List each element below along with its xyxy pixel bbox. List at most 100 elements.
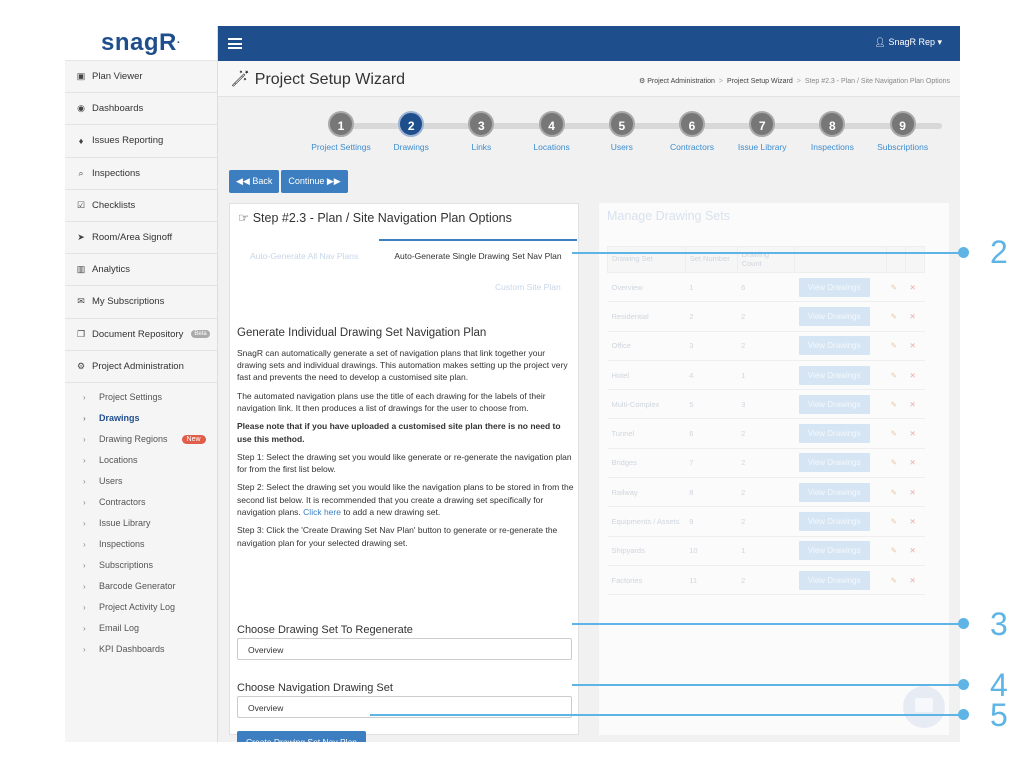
sidebar-item-analytics[interactable]: ▥ Analytics [65,254,217,287]
view-drawings-button[interactable]: View Drawings [798,482,870,502]
wizard-step-3[interactable]: 3 Links [446,111,516,152]
chat-widget[interactable] [903,686,945,728]
delete-icon[interactable]: ✕ [910,371,916,380]
view-drawings-button[interactable]: View Drawings [798,277,870,297]
hamburger-menu-icon[interactable] [228,38,242,49]
view-drawings-button[interactable]: View Drawings [798,570,870,590]
logo[interactable]: snagR · [65,26,217,61]
add-drawing-set-link[interactable]: Click here [303,507,341,517]
subnav-item-label: Inspections [99,539,145,550]
delete-icon[interactable]: ✕ [910,312,916,321]
cell-set-number: 10 [685,536,738,566]
regenerate-set-select[interactable]: Overview [237,638,572,660]
subnav-item-kpi-dashboards[interactable]: › KPI Dashboards [65,639,217,660]
sidebar-item-project-administration[interactable]: ⚙ Project Administration [65,351,217,383]
view-drawings-button[interactable]: View Drawings [798,512,870,532]
sidebar-item-plan-viewer[interactable]: ▣ Plan Viewer [65,61,217,94]
pencil-icon[interactable]: ✎ [891,371,897,380]
intro-paragraph: SnagR can automatically generate a set o… [237,347,568,383]
sidebar-item-my-subscriptions[interactable]: ✉ My Subscriptions [65,286,217,319]
wizard-step-7[interactable]: 7 Issue Library [727,111,797,152]
view-drawings-button[interactable]: View Drawings [798,424,870,444]
subnav-item-barcode-generator[interactable]: › Barcode Generator [65,576,217,597]
cell-drawing-set: Equipments / Assets [607,506,686,537]
wizard-step-5[interactable]: 5 Users [587,111,657,152]
pencil-icon[interactable]: ✎ [891,312,897,321]
sidebar-item-checklists[interactable]: ☑ Checklists [65,190,217,222]
view-drawings-button[interactable]: View Drawings [798,306,870,326]
wizard-step-2[interactable]: 2 Drawings [376,111,446,152]
pencil-icon[interactable]: ✎ [891,429,897,438]
view-drawings-button[interactable]: View Drawings [798,453,870,473]
beta-badge: Beta [191,330,210,339]
new-badge: New [181,434,206,444]
create-nav-plan-button[interactable]: Create Drawing Set Nav Plan [237,731,367,742]
sidebar-item-dashboards[interactable]: ◉ Dashboards [65,93,217,126]
wizard-step-4[interactable]: 4 Locations [517,111,587,152]
col-delete [905,246,925,273]
breadcrumb-project-admin[interactable]: Project Administration [647,78,715,85]
wizard-step-6[interactable]: 6 Contractors [657,111,727,152]
wizard-step-9[interactable]: 9 Subscriptions [868,111,938,152]
subnav-item-inspections[interactable]: › Inspections [65,534,217,555]
pencil-icon[interactable]: ✎ [891,341,897,350]
delete-icon[interactable]: ✕ [910,576,916,585]
subnav-item-project-activity-log[interactable]: › Project Activity Log [65,597,217,618]
step-number: 6 [679,111,705,137]
wizard-step-8[interactable]: 8 Inspections [797,111,867,152]
subnav-item-drawings[interactable]: › Drawings [65,408,217,429]
subnav-item-issue-library[interactable]: › Issue Library [65,513,217,534]
pencil-icon[interactable]: ✎ [891,576,897,585]
col-edit [886,246,907,273]
wizard-step-1[interactable]: 1 Project Settings [306,111,376,152]
sidebar-item-document-repository[interactable]: ❐ Document Repository Beta [65,319,217,351]
cell-drawing-count: 2 [737,506,795,537]
subnav-item-users[interactable]: › Users [65,471,217,492]
subnav-item-locations[interactable]: › Locations [65,450,217,471]
cell-delete: ✕ [905,536,925,566]
delete-icon[interactable]: ✕ [910,341,916,350]
cell-drawing-set: Residential [607,301,686,332]
subnav-item-project-settings[interactable]: › Project Settings [65,387,217,408]
callout-number-3: 3 [990,606,1008,642]
delete-icon[interactable]: ✕ [910,488,916,497]
tab-auto-generate-single[interactable]: Auto-Generate Single Drawing Set Nav Pla… [379,239,577,269]
delete-icon[interactable]: ✕ [910,517,916,526]
step-number: 2 [398,111,425,137]
subnav-item-contractors[interactable]: › Contractors [65,492,217,513]
back-button[interactable]: ◀◀ Back [229,170,280,193]
tab-auto-generate-all[interactable]: Auto-Generate All Nav Plans [250,251,358,261]
tab-custom-site-plan[interactable]: Custom Site Plan [495,282,561,292]
view-drawings-button[interactable]: View Drawings [798,541,870,561]
pencil-icon[interactable]: ✎ [891,488,897,497]
delete-icon[interactable]: ✕ [910,458,916,467]
view-drawings-button[interactable]: View Drawings [798,365,870,385]
view-drawings-button[interactable]: View Drawings [798,394,870,414]
sidebar-item-room-area-signoff[interactable]: ➤ Room/Area Signoff [65,222,217,255]
table-row: Factories 11 2 View Drawings ✎ ✕ [607,565,925,596]
view-drawings-button[interactable]: View Drawings [798,336,870,356]
pencil-icon[interactable]: ✎ [891,458,897,467]
delete-icon[interactable]: ✕ [910,400,916,409]
delete-icon[interactable]: ✕ [910,283,916,292]
delete-icon[interactable]: ✕ [910,429,916,438]
table-header-row: Drawing Set Set Number Drawing Count [607,246,925,273]
subnav-item-email-log[interactable]: › Email Log [65,618,217,639]
chevron-right-icon: › [83,581,86,591]
user-icon: 👤︎ [874,37,886,47]
sidebar-item-issues-reporting[interactable]: ♦ Issues Reporting [65,125,217,158]
delete-icon[interactable]: ✕ [910,546,916,555]
continue-button[interactable]: Continue ▶▶ [281,170,348,193]
sidebar-nav: ▣ Plan Viewer ◉ Dashboards ♦ Issues Reporting… [65,61,217,383]
pencil-icon[interactable]: ✎ [891,283,897,292]
sidebar-item-inspections[interactable]: ⌕ Inspections [65,158,217,190]
pencil-icon[interactable]: ✎ [891,546,897,555]
subnav-item-subscriptions[interactable]: › Subscriptions [65,555,217,576]
subnav-item-drawing-regions[interactable]: › Drawing Regions New [65,429,217,450]
pencil-icon[interactable]: ✎ [891,517,897,526]
user-menu[interactable]: 👤︎ SnagR Rep ▾ [874,37,942,48]
pencil-icon[interactable]: ✎ [891,400,897,409]
cell-set-number: 1 [685,272,738,303]
breadcrumb-wizard[interactable]: Project Setup Wizard [727,78,793,85]
instructions: Generate Individual Drawing Set Navigati… [237,325,574,555]
